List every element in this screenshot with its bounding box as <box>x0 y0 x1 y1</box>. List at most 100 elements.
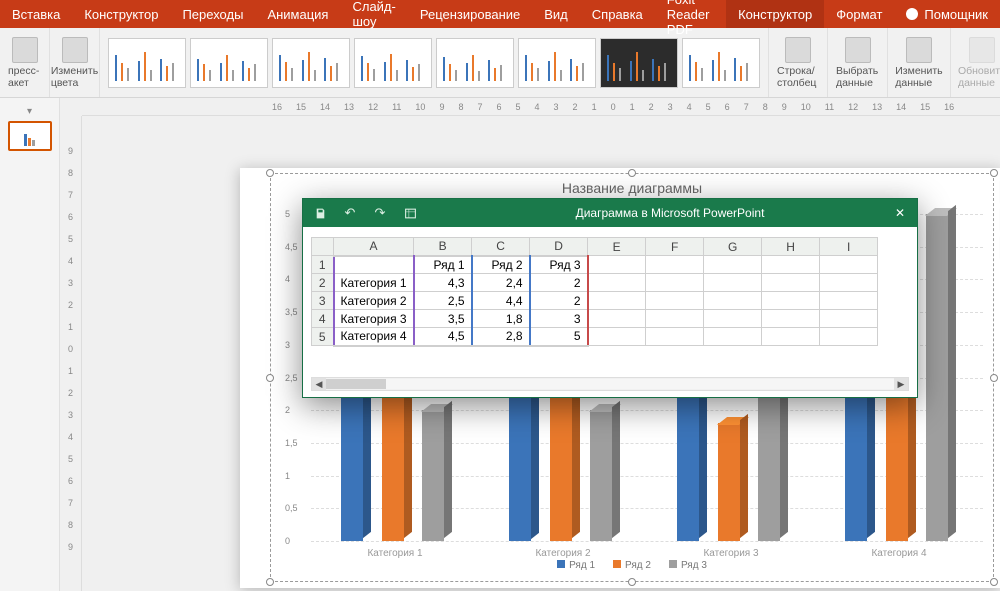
cell[interactable] <box>704 292 762 310</box>
col-header[interactable]: G <box>704 238 762 256</box>
bar[interactable] <box>509 378 531 542</box>
bar[interactable] <box>926 214 948 541</box>
tab-вид[interactable]: Вид <box>532 0 580 28</box>
customize-icon[interactable] <box>401 204 419 222</box>
tab-конструктор[interactable]: Конструктор <box>72 0 170 28</box>
spreadsheet[interactable]: ABCDEFGHI1Ряд 1Ряд 2Ряд 32Категория 14,3… <box>303 227 917 397</box>
bar[interactable] <box>718 423 740 541</box>
cell[interactable] <box>646 256 704 274</box>
chart-style-thumb[interactable] <box>272 38 350 88</box>
cell[interactable]: Категория 2 <box>334 292 414 310</box>
chart-style-thumb[interactable] <box>108 38 186 88</box>
cell[interactable]: 2,5 <box>414 292 472 310</box>
collapse-icon[interactable]: ▾ <box>0 106 59 117</box>
chart-style-thumb[interactable] <box>190 38 268 88</box>
cell[interactable] <box>820 292 878 310</box>
tab-переходы[interactable]: Переходы <box>170 0 255 28</box>
scroll-right-icon[interactable]: ▶ <box>894 378 908 390</box>
cell[interactable]: Категория 4 <box>334 328 414 346</box>
cell[interactable]: Ряд 3 <box>530 256 588 274</box>
tab-конструктор[interactable]: Конструктор <box>726 0 824 28</box>
cell[interactable] <box>646 328 704 346</box>
edit-data-button[interactable]: Изменить данные <box>888 28 951 97</box>
bar[interactable] <box>422 410 444 541</box>
change-colors-button[interactable]: Изменить цвета <box>50 28 100 97</box>
tab-справка[interactable]: Справка <box>580 0 655 28</box>
select-data-button[interactable]: Выбрать данные <box>828 28 888 97</box>
cell[interactable]: Категория 1 <box>334 274 414 292</box>
row-header[interactable]: 2 <box>312 274 334 292</box>
resize-handle[interactable] <box>266 374 274 382</box>
col-header[interactable]: D <box>530 238 588 256</box>
cell[interactable] <box>704 274 762 292</box>
cell[interactable]: 2,4 <box>472 274 530 292</box>
tab-анимация[interactable]: Анимация <box>255 0 340 28</box>
chart-data-window[interactable]: ↶ ↷ Диаграмма в Microsoft PowerPoint ✕ A… <box>302 198 918 398</box>
cell[interactable] <box>704 256 762 274</box>
cell[interactable] <box>646 292 704 310</box>
row-header[interactable]: 4 <box>312 310 334 328</box>
cell[interactable]: 3 <box>530 310 588 328</box>
cell[interactable]: Ряд 1 <box>414 256 472 274</box>
col-header[interactable]: C <box>472 238 530 256</box>
col-header[interactable]: F <box>646 238 704 256</box>
data-window-titlebar[interactable]: ↶ ↷ Диаграмма в Microsoft PowerPoint ✕ <box>303 199 917 227</box>
cell[interactable] <box>334 256 414 274</box>
cell[interactable]: 1,8 <box>472 310 530 328</box>
cell[interactable] <box>588 292 646 310</box>
cell[interactable]: 4,4 <box>472 292 530 310</box>
cell[interactable] <box>820 310 878 328</box>
cell[interactable] <box>588 274 646 292</box>
bar[interactable] <box>590 410 612 541</box>
legend-item[interactable]: Ряд 2 <box>613 560 651 571</box>
cell[interactable] <box>820 256 878 274</box>
row-header[interactable]: 5 <box>312 328 334 346</box>
close-icon[interactable]: ✕ <box>889 204 911 222</box>
tab-формат[interactable]: Формат <box>824 0 894 28</box>
slide-thumbnail-1[interactable] <box>8 121 52 151</box>
tab-слайд-шоу[interactable]: Слайд-шоу <box>340 0 407 28</box>
resize-handle[interactable] <box>628 169 636 177</box>
switch-row-col-button[interactable]: Строка/ столбец <box>769 28 828 97</box>
express-layout-button[interactable]: пресс- акет <box>0 28 50 97</box>
cell[interactable] <box>646 274 704 292</box>
chart-legend[interactable]: Ряд 1Ряд 2Ряд 3 <box>271 560 993 571</box>
cell[interactable] <box>762 328 820 346</box>
cell[interactable]: 2,8 <box>472 328 530 346</box>
col-header[interactable]: B <box>414 238 472 256</box>
tab-рецензирование[interactable]: Рецензирование <box>408 0 532 28</box>
col-header[interactable]: A <box>334 238 414 256</box>
tab-вставка[interactable]: Вставка <box>0 0 72 28</box>
cell[interactable] <box>762 310 820 328</box>
save-icon[interactable] <box>311 204 329 222</box>
cell[interactable]: 5 <box>530 328 588 346</box>
redo-icon[interactable]: ↷ <box>371 204 389 222</box>
resize-handle[interactable] <box>990 578 998 586</box>
bar[interactable] <box>382 384 404 541</box>
cell[interactable]: 4,5 <box>414 328 472 346</box>
chart-style-thumb[interactable] <box>518 38 596 88</box>
tab-помощник[interactable]: Помощник <box>894 0 1000 28</box>
scrollbar-thumb[interactable] <box>326 379 386 389</box>
cell[interactable] <box>820 274 878 292</box>
resize-handle[interactable] <box>990 374 998 382</box>
undo-icon[interactable]: ↶ <box>341 204 359 222</box>
cell[interactable] <box>762 292 820 310</box>
cell[interactable] <box>646 310 704 328</box>
cell[interactable]: Категория 3 <box>334 310 414 328</box>
row-header[interactable]: 1 <box>312 256 334 274</box>
resize-handle[interactable] <box>266 578 274 586</box>
chart-style-thumb[interactable] <box>354 38 432 88</box>
legend-item[interactable]: Ряд 1 <box>557 560 595 571</box>
cell[interactable]: Ряд 2 <box>472 256 530 274</box>
cell[interactable] <box>762 274 820 292</box>
chart-title[interactable]: Название диаграммы <box>271 180 993 196</box>
resize-handle[interactable] <box>990 169 998 177</box>
resize-handle[interactable] <box>266 169 274 177</box>
col-header[interactable]: E <box>588 238 646 256</box>
cell[interactable] <box>588 310 646 328</box>
cell[interactable] <box>588 328 646 346</box>
tab-foxit reader pdf[interactable]: Foxit Reader PDF <box>655 0 726 28</box>
row-header[interactable]: 3 <box>312 292 334 310</box>
chart-style-thumb[interactable] <box>600 38 678 88</box>
